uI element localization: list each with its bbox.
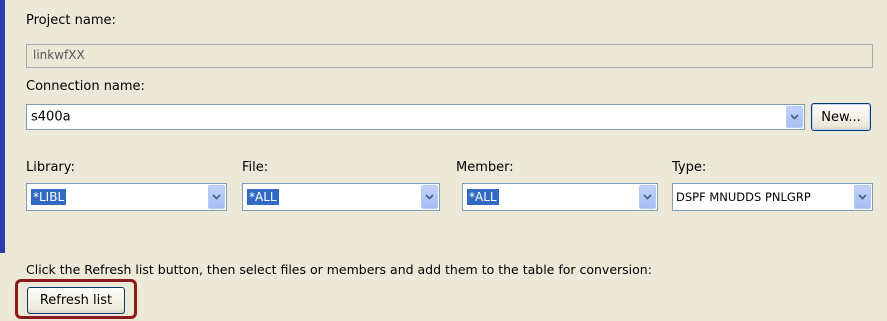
project-name-field: linkwfXX <box>26 44 873 68</box>
accent-bar <box>0 0 5 253</box>
connection-value: s400a <box>31 109 71 125</box>
type-value: DSPF MNUDDS PNLGRP <box>676 190 811 204</box>
file-value: *ALL <box>247 189 279 205</box>
project-name-label: Project name: <box>26 13 116 28</box>
type-combo[interactable]: DSPF MNUDDS PNLGRP <box>672 183 873 211</box>
connection-combo[interactable]: s400a <box>26 104 805 130</box>
chevron-down-icon <box>858 194 867 200</box>
library-label: Library: <box>26 160 75 175</box>
file-combo[interactable]: *ALL <box>242 183 440 211</box>
type-dropdown-button[interactable] <box>854 185 871 209</box>
connection-name-label: Connection name: <box>26 79 145 94</box>
instruction-text: Click the Refresh list button, then sele… <box>26 262 652 277</box>
chevron-down-icon <box>643 194 652 200</box>
library-value: *LIBL <box>31 189 67 205</box>
file-dropdown-button[interactable] <box>421 185 438 209</box>
member-label: Member: <box>456 160 514 175</box>
member-value: *ALL <box>467 189 499 205</box>
member-dropdown-button[interactable] <box>639 185 656 209</box>
chevron-down-icon <box>425 194 434 200</box>
new-connection-button[interactable]: New... <box>811 103 871 131</box>
connection-dropdown-button[interactable] <box>786 106 803 128</box>
chevron-down-icon <box>790 114 799 120</box>
file-label: File: <box>242 160 269 175</box>
library-dropdown-button[interactable] <box>208 185 225 209</box>
type-label: Type: <box>672 160 707 175</box>
member-combo[interactable]: *ALL <box>462 183 658 211</box>
chevron-down-icon <box>212 194 221 200</box>
refresh-list-button[interactable]: Refresh list <box>27 287 125 314</box>
library-combo[interactable]: *LIBL <box>26 183 227 211</box>
